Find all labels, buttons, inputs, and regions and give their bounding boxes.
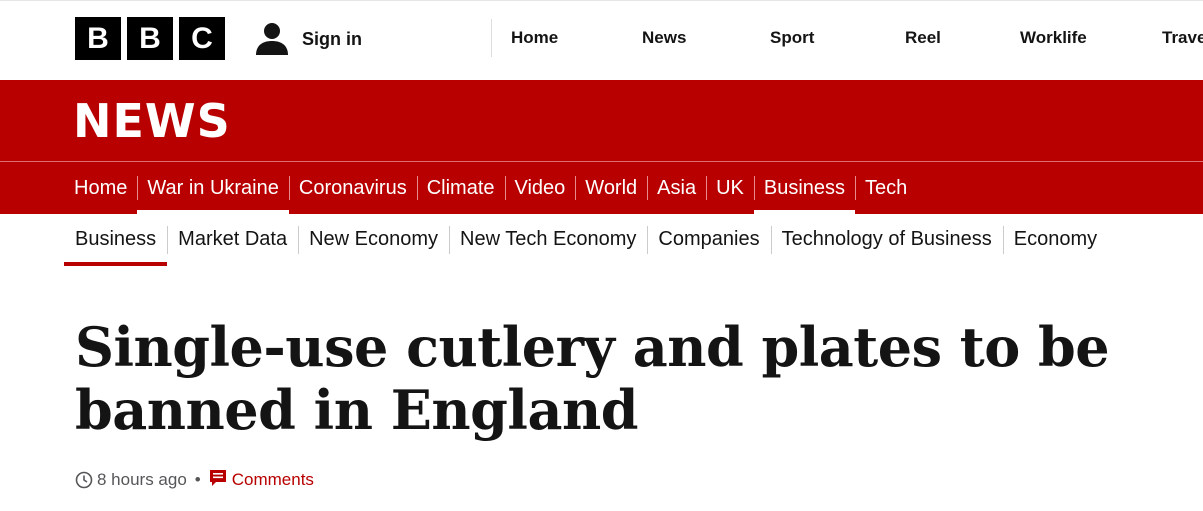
global-nav-reel[interactable]: Reel	[905, 28, 941, 48]
news-title[interactable]: NEWS	[73, 94, 231, 148]
global-nav-worklife[interactable]: Worklife	[1020, 28, 1087, 48]
article-timestamp: 8 hours ago	[97, 470, 187, 489]
section-item-video[interactable]: Video	[504, 174, 576, 214]
sign-in-label: Sign in	[302, 28, 362, 49]
section-item-war-in-ukraine[interactable]: War in Ukraine	[137, 174, 289, 214]
article-meta: 8 hours ago • Comments	[75, 468, 314, 492]
section-item-label: Video	[514, 177, 566, 199]
sign-in-link[interactable]: Sign in	[254, 19, 362, 59]
sub-nav-economy[interactable]: Economy	[1002, 224, 1108, 266]
sub-nav-companies[interactable]: Companies	[647, 224, 770, 266]
section-item-climate[interactable]: Climate	[416, 174, 505, 214]
sub-nav-label: Market Data	[178, 228, 288, 250]
comments-link[interactable]: Comments	[209, 469, 314, 492]
masthead-divider	[0, 161, 1203, 162]
clock-icon	[75, 471, 93, 489]
sub-nav-label: New Tech Economy	[460, 228, 637, 250]
sub-nav-label: New Economy	[309, 228, 439, 250]
section-item-label: Climate	[426, 177, 495, 199]
section-item-label: War in Ukraine	[147, 177, 279, 199]
section-item-label: Coronavirus	[298, 177, 407, 199]
sub-nav-label: Business	[75, 228, 157, 250]
section-item-label: Tech	[865, 177, 908, 199]
sub-nav-label: Economy	[1013, 228, 1098, 250]
section-item-asia[interactable]: Asia	[647, 174, 706, 214]
section-item-uk[interactable]: UK	[706, 174, 754, 214]
article-headline: Single-use cutlery and plates to be bann…	[75, 315, 1110, 442]
sub-nav-business[interactable]: Business	[64, 224, 168, 266]
section-nav: Home War in Ukraine Coronavirus Climate …	[64, 174, 917, 214]
section-item-label: World	[585, 177, 638, 199]
sub-nav-label: Technology of Business	[781, 228, 992, 250]
sub-nav-new-economy[interactable]: New Economy	[298, 224, 449, 266]
global-nav-home[interactable]: Home	[511, 28, 558, 48]
bbc-logo-letter: B	[127, 17, 173, 60]
section-item-label: Business	[763, 177, 846, 199]
section-item-label: Home	[74, 177, 128, 199]
user-icon	[254, 21, 290, 57]
bbc-logo-letter: B	[75, 17, 121, 60]
section-item-world[interactable]: World	[575, 174, 647, 214]
bbc-logo[interactable]: B B C	[75, 17, 225, 60]
bbc-logo-letter: C	[179, 17, 225, 60]
sub-nav-new-tech-economy[interactable]: New Tech Economy	[449, 224, 647, 266]
sub-nav-technology-of-business[interactable]: Technology of Business	[770, 224, 1003, 266]
comment-icon	[209, 469, 227, 492]
section-item-tech[interactable]: Tech	[855, 174, 917, 214]
news-masthead: NEWS Home War in Ukraine Coronavirus Cli…	[0, 80, 1203, 214]
section-item-business[interactable]: Business	[753, 174, 856, 214]
global-header: B B C Sign in Home News Sport Reel Workl…	[0, 0, 1203, 81]
section-item-label: Asia	[657, 177, 697, 199]
global-nav-sport[interactable]: Sport	[770, 28, 814, 48]
sub-nav-market-data[interactable]: Market Data	[167, 224, 298, 266]
section-item-label: UK	[716, 177, 744, 199]
sub-nav: Business Market Data New Economy New Tec…	[64, 224, 1108, 266]
section-item-coronavirus[interactable]: Coronavirus	[288, 174, 417, 214]
meta-separator: •	[194, 470, 201, 489]
sub-nav-label: Companies	[658, 228, 760, 250]
section-item-home[interactable]: Home	[64, 174, 137, 214]
comments-label: Comments	[231, 470, 314, 489]
global-nav: Home News Sport Reel Worklife Travel	[491, 19, 1203, 57]
global-nav-travel[interactable]: Travel	[1162, 28, 1203, 48]
global-nav-news[interactable]: News	[642, 28, 686, 48]
